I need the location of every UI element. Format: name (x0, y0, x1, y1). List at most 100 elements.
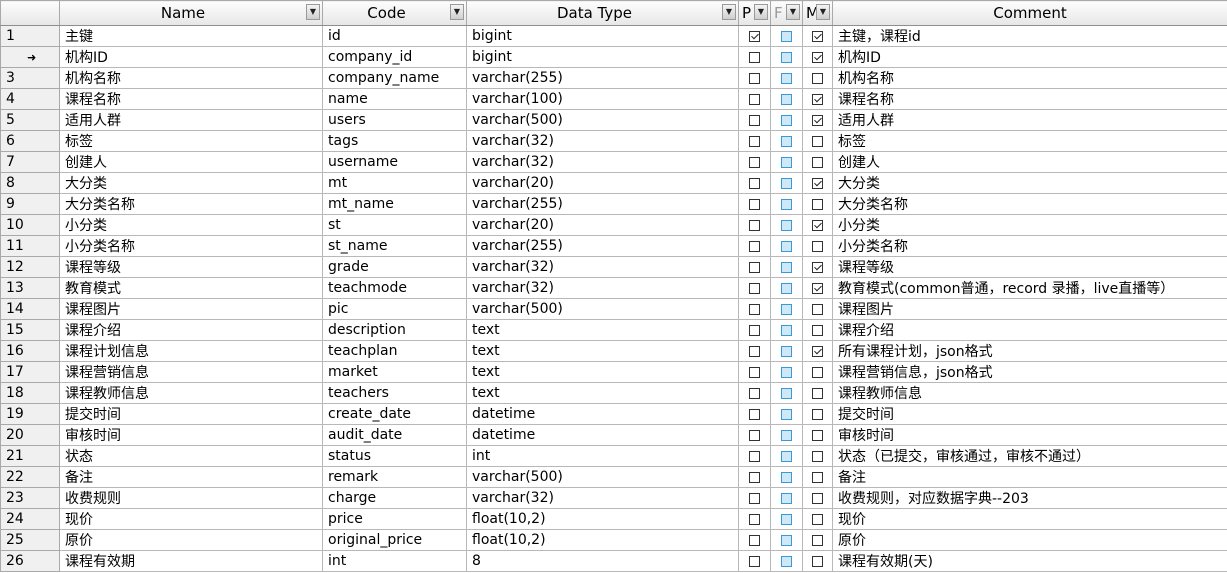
cell-code[interactable]: price (322, 508, 467, 530)
cell-code[interactable]: audit_date (322, 424, 467, 446)
table-row[interactable]: 12 课程等级 grade varchar(32) 课程等级 (0, 256, 1227, 278)
table-row[interactable]: 1 主键 id bigint 主键，课程id (0, 25, 1227, 47)
primary-checkbox[interactable] (749, 240, 760, 252)
cell-code[interactable]: teachmode (322, 277, 467, 299)
cell-data-type[interactable]: datetime (466, 403, 739, 425)
cell-data-type[interactable]: text (466, 361, 739, 383)
primary-checkbox[interactable] (749, 72, 760, 84)
row-number[interactable]: 11 (0, 235, 60, 257)
row-number[interactable]: 5 (0, 109, 60, 131)
mandatory-checkbox[interactable] (812, 261, 823, 273)
primary-checkbox[interactable] (749, 51, 760, 63)
cell-code[interactable]: st (322, 214, 467, 236)
table-row[interactable]: 10 小分类 st varchar(20) 小分类 (0, 214, 1227, 236)
name-filter-dropdown-icon[interactable]: ▼ (306, 4, 320, 20)
table-row[interactable]: 19 提交时间 create_date datetime 提交时间 (0, 403, 1227, 425)
foreign-checkbox[interactable] (781, 450, 792, 462)
foreign-checkbox[interactable] (781, 303, 792, 315)
mandatory-checkbox[interactable] (812, 387, 823, 399)
cell-code[interactable]: market (322, 361, 467, 383)
cell-name[interactable]: 课程介绍 (59, 319, 323, 341)
row-number[interactable]: 17 (0, 361, 60, 383)
foreign-checkbox[interactable] (781, 198, 792, 210)
mandatory-checkbox[interactable] (812, 555, 823, 567)
row-number[interactable]: 4 (0, 88, 60, 110)
foreign-checkbox[interactable] (781, 324, 792, 336)
mandatory-checkbox[interactable] (812, 51, 823, 63)
cell-data-type[interactable]: varchar(255) (466, 235, 739, 257)
mandatory-checkbox[interactable] (812, 219, 823, 231)
table-row[interactable]: 11 小分类名称 st_name varchar(255) 小分类名称 (0, 235, 1227, 257)
row-number[interactable]: 14 (0, 298, 60, 320)
table-row[interactable]: 3 机构名称 company_name varchar(255) 机构名称 (0, 67, 1227, 89)
cell-comment[interactable]: 课程等级 (832, 256, 1227, 278)
primary-checkbox[interactable] (749, 156, 760, 168)
table-row[interactable]: 8 大分类 mt varchar(20) 大分类 (0, 172, 1227, 194)
cell-comment[interactable]: 审核时间 (832, 424, 1227, 446)
table-row[interactable]: 21 状态 status int 状态（已提交，审核通过，审核不通过） (0, 445, 1227, 467)
cell-comment[interactable]: 现价 (832, 508, 1227, 530)
primary-checkbox[interactable] (749, 471, 760, 483)
table-row[interactable]: 20 审核时间 audit_date datetime 审核时间 (0, 424, 1227, 446)
cell-name[interactable]: 现价 (59, 508, 323, 530)
cell-comment[interactable]: 适用人群 (832, 109, 1227, 131)
row-number[interactable]: 18 (0, 382, 60, 404)
cell-name[interactable]: 机构名称 (59, 67, 323, 89)
mandatory-checkbox[interactable] (812, 471, 823, 483)
cell-data-type[interactable]: varchar(100) (466, 88, 739, 110)
primary-checkbox[interactable] (749, 492, 760, 504)
cell-data-type[interactable]: varchar(500) (466, 109, 739, 131)
table-row[interactable]: 14 课程图片 pic varchar(500) 课程图片 (0, 298, 1227, 320)
table-row[interactable]: 15 课程介绍 description text 课程介绍 (0, 319, 1227, 341)
primary-checkbox[interactable] (749, 30, 760, 42)
cell-comment[interactable]: 机构名称 (832, 67, 1227, 89)
foreign-checkbox[interactable] (781, 72, 792, 84)
foreign-checkbox[interactable] (781, 282, 792, 294)
cell-name[interactable]: 创建人 (59, 151, 323, 173)
foreign-checkbox[interactable] (781, 156, 792, 168)
foreign-checkbox[interactable] (781, 471, 792, 483)
primary-checkbox[interactable] (749, 261, 760, 273)
cell-comment[interactable]: 课程营销信息，json格式 (832, 361, 1227, 383)
cell-code[interactable]: int (322, 550, 467, 572)
cell-data-type[interactable]: float(10,2) (466, 529, 739, 551)
cell-name[interactable]: 主键 (59, 25, 323, 47)
mandatory-checkbox[interactable] (812, 30, 823, 42)
cell-code[interactable]: grade (322, 256, 467, 278)
row-number[interactable]: 3 (0, 67, 60, 89)
cell-name[interactable]: 收费规则 (59, 487, 323, 509)
cell-comment[interactable]: 备注 (832, 466, 1227, 488)
table-row[interactable]: 17 课程营销信息 market text 课程营销信息，json格式 (0, 361, 1227, 383)
cell-name[interactable]: 审核时间 (59, 424, 323, 446)
mandatory-checkbox[interactable] (812, 345, 823, 357)
cell-code[interactable]: company_id (322, 46, 467, 68)
cell-code[interactable]: mt (322, 172, 467, 194)
table-row[interactable]: 22 备注 remark varchar(500) 备注 (0, 466, 1227, 488)
cell-name[interactable]: 课程营销信息 (59, 361, 323, 383)
cell-comment[interactable]: 大分类 (832, 172, 1227, 194)
cell-name[interactable]: 课程有效期 (59, 550, 323, 572)
foreign-checkbox[interactable] (781, 366, 792, 378)
primary-checkbox[interactable] (749, 387, 760, 399)
row-number[interactable]: 15 (0, 319, 60, 341)
cell-code[interactable]: description (322, 319, 467, 341)
foreign-checkbox[interactable] (781, 51, 792, 63)
foreign-checkbox[interactable] (781, 492, 792, 504)
cell-data-type[interactable]: varchar(20) (466, 214, 739, 236)
foreign-checkbox[interactable] (781, 30, 792, 42)
row-number[interactable]: 7 (0, 151, 60, 173)
header-comment[interactable]: Comment (832, 0, 1227, 26)
cell-name[interactable]: 原价 (59, 529, 323, 551)
row-number[interactable]: 20 (0, 424, 60, 446)
cell-code[interactable]: name (322, 88, 467, 110)
cell-name[interactable]: 大分类名称 (59, 193, 323, 215)
cell-comment[interactable]: 课程图片 (832, 298, 1227, 320)
primary-checkbox[interactable] (749, 555, 760, 567)
table-row[interactable]: 24 现价 price float(10,2) 现价 (0, 508, 1227, 530)
foreign-checkbox[interactable] (781, 93, 792, 105)
cell-code[interactable]: company_name (322, 67, 467, 89)
primary-checkbox[interactable] (749, 450, 760, 462)
cell-comment[interactable]: 课程有效期(天) (832, 550, 1227, 572)
header-code[interactable]: Code ▼ (322, 0, 467, 26)
row-number[interactable]: 21 (0, 445, 60, 467)
